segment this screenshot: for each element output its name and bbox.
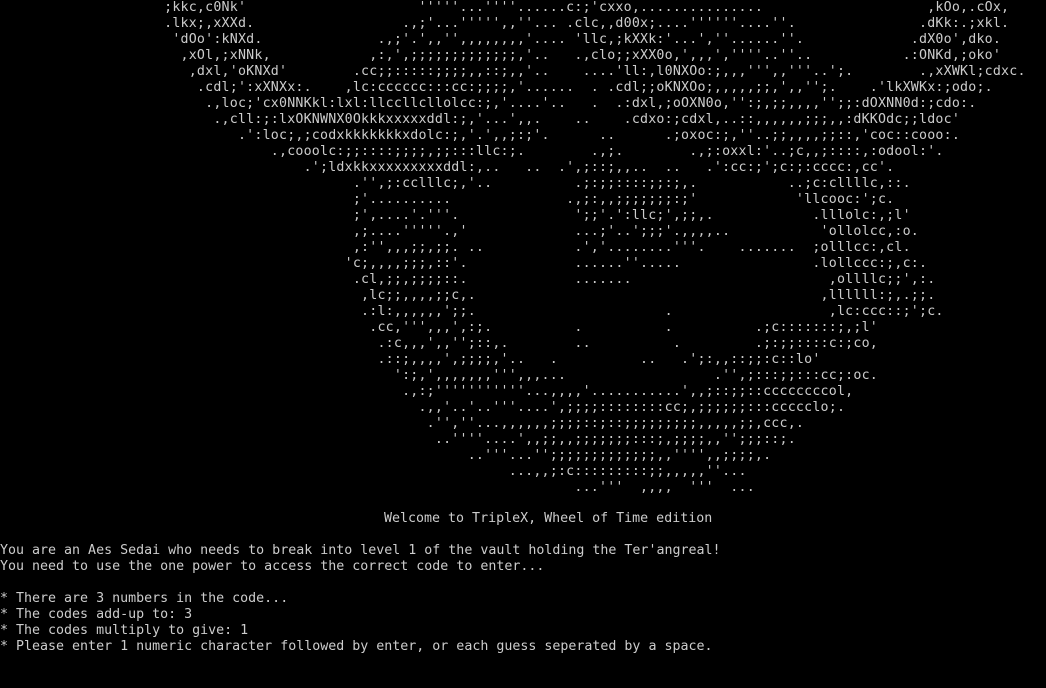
- ascii-art-line: .,cooolc:;;::::;;;;,;;:::llc:;. .,;. .,;…: [0, 144, 944, 159]
- ascii-art-line: .'',''...,,,,,,;;;;::;::;;;;;;;;;,,,,,;;…: [0, 416, 805, 431]
- story-text: You are an Aes Sedai who needs to break …: [0, 543, 1046, 575]
- ascii-art-line: .,:;'''''''''''...,,,,'...........',,;::…: [0, 384, 854, 399]
- rule-item: * There are 3 numbers in the code...: [0, 591, 289, 606]
- welcome-banner: Welcome to TripleX, Wheel of Time editio…: [384, 511, 713, 526]
- rule-item: * Please enter 1 numeric character follo…: [0, 639, 713, 654]
- console-window[interactable]: ;kkc,c0Nk' '''''...''''......c:;'cxxo,..…: [0, 0, 1046, 688]
- ascii-art-line: .:l:,,,,,,';;. . ,lc:ccc::;';c.: [0, 304, 944, 319]
- ascii-art-line: ...''' ,,,, ''' ...: [0, 480, 755, 495]
- rule-item: * The codes multiply to give: 1: [0, 623, 249, 638]
- rule-item: * The codes add-up to: 3: [0, 607, 193, 622]
- ascii-art-line: .cl,;;,;;;;::. ....... ,ollllc;;',:.: [0, 272, 936, 287]
- ascii-art-line: .'',;:cclllc;,'.. .;:;;::::;;:;,. ..;c:c…: [0, 176, 911, 191]
- ascii-art-line: .:c,,,',,'';::,. .. . .;:;;::::c:;co,: [0, 336, 878, 351]
- ascii-art-line: .':loc;,;codxkkkkkkkxdolc:;,'.',,;:;'. .…: [0, 128, 961, 143]
- ascii-art-line: ,lc;;,,,,;;c,. ,llllll:;,.;;.: [0, 288, 936, 303]
- ascii-art-line: ,dxl,'oKNXd' .cc;;:::::;;;;,,::;,,'.. ..…: [0, 64, 1026, 79]
- ascii-art-line: .,,'..'..'''....',;;;;::::::::cc;,;;;;;;…: [0, 400, 846, 415]
- ascii-art-line: ;kkc,c0Nk' '''''...''''......c:;'cxxo,..…: [0, 0, 1010, 15]
- ascii-art-line: ;',....'.'''. ';;'.':llc;',;;,. .lllolc:…: [0, 208, 911, 223]
- ascii-art-mask: ;kkc,c0Nk' '''''...''''......c:;'cxxo,..…: [0, 0, 1026, 496]
- ascii-art-line: .,cll:;:lxOKNWNX0Okkkxxxxxddl:;,'...',,.…: [0, 112, 961, 127]
- ascii-art-line: ;'.......... .,;:,,;;;;;;;:;' 'llcooc:';…: [0, 192, 895, 207]
- ascii-art-line: .cc,''',,,',:;. . . .;c:::::::;,;l': [0, 320, 878, 335]
- ascii-art-line: 'dOo':kNXd. .,;'.',,'',,,,,,,,'.... 'llc…: [0, 32, 1002, 47]
- ascii-art-line: ,xOl,;xNNk, ,:,',;;;;;;;;;;;;;,'.. .,clo…: [0, 48, 1002, 63]
- ascii-art-line: .lkx;,xXXd. .,;'...''''',,''... .clc,,d0…: [0, 16, 1010, 31]
- rules-list: * There are 3 numbers in the code... * T…: [0, 591, 1046, 655]
- ascii-art-line: ,;....'''''.,' ...;'..';;;'.,,,,.. 'ollo…: [0, 224, 920, 239]
- ascii-art-line: .cdl;':xXNXx:. ,lc:cccccc:::cc:;;;;,'...…: [0, 80, 993, 95]
- ascii-art-line: ..'''...'';;;;;;;;;;;;;,,'''',,;;;;,.: [0, 448, 772, 463]
- ascii-art-line: ,:'',,,;;,;;. .. .','........'''. ......…: [0, 240, 911, 255]
- ascii-art-line: .,loc;'cx0NNKkl:lxl:llccllcllolcc:;,'...…: [0, 96, 977, 111]
- ascii-art-line: ':;,',,,,,,,''',,,... .'',;:::;;:::cc;:o…: [0, 368, 878, 383]
- ascii-art-line: ..''''....',,;;,,;;;;;;;:::;,;;;;,,'';;;…: [0, 432, 796, 447]
- ascii-art-line: ...,,;:c:::::::::;;,,,,,''...: [0, 464, 747, 479]
- ascii-art-line: .';ldxkkxxxxxxxxxddl:,.. .. .',;::;,,.. …: [0, 160, 895, 175]
- welcome-banner-row: Welcome to TripleX, Wheel of Time editio…: [0, 495, 1046, 526]
- story-line: You need to use the one power to access …: [0, 559, 545, 574]
- ascii-art-line: .::;,,,,',;;;;,'.. . .. .';:,,::;;:c::lo…: [0, 352, 821, 367]
- ascii-art-line: 'c;,,,,;;;,::'. ......''..... .lollccc:;…: [0, 256, 928, 271]
- story-line: You are an Aes Sedai who needs to break …: [0, 543, 721, 558]
